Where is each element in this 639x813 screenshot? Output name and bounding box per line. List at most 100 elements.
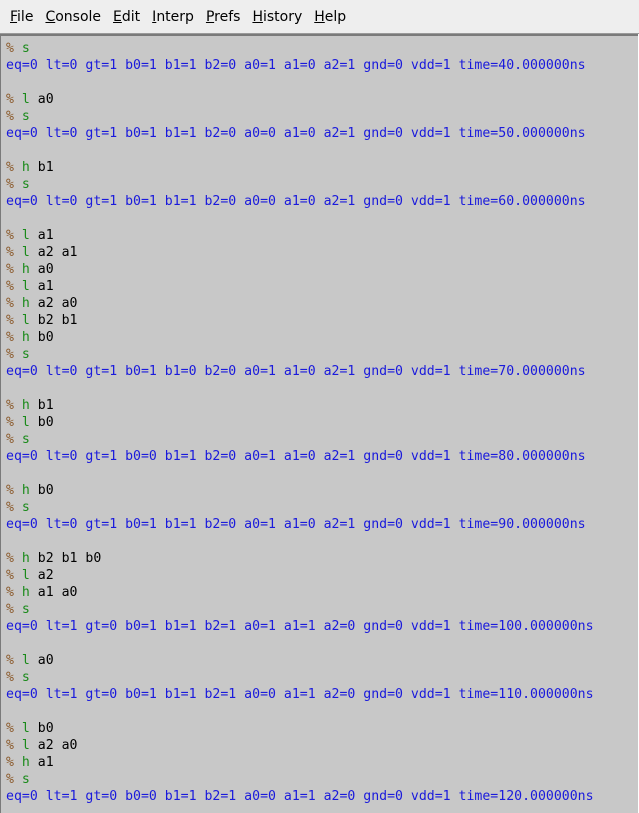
prompt-symbol: % [6,347,14,362]
menu-prefs[interactable]: Prefs [200,0,247,34]
menu-edit-mnemonic: E [113,8,122,25]
console-command-line: % h a1 a0 [6,584,78,601]
console-command-line: % h b0 [6,482,54,499]
menu-console-label: onsole [55,8,102,25]
menu-history-mnemonic: H [252,8,263,25]
prompt-symbol: % [6,755,14,770]
command-args: a1 a0 [29,585,78,600]
menu-history[interactable]: History [246,0,308,34]
command-verb: h [21,160,30,175]
command-verb: h [21,585,30,600]
prompt-symbol: % [6,670,14,685]
menu-edit[interactable]: Edit [107,0,146,34]
console-command-line: % l b2 b1 [6,312,78,329]
command-verb: l [21,738,30,753]
menu-help[interactable]: Help [308,0,352,34]
console-output-line: eq=0 lt=0 gt=1 b0=1 b1=0 b2=0 a0=1 a1=0 … [6,364,586,379]
command-args: b0 [29,483,54,498]
prompt-symbol: % [6,772,14,787]
command-args: a2 a0 [29,738,78,753]
console-command-line: % s [6,108,30,125]
prompt-symbol: % [6,721,14,736]
prompt-symbol: % [6,551,14,566]
console-output-line: eq=0 lt=1 gt=0 b0=1 b1=1 b2=1 a0=0 a1=1 … [6,687,594,702]
command-verb: l [21,653,30,668]
prompt-symbol: % [6,313,14,328]
prompt-symbol: % [6,415,14,430]
prompt-symbol: % [6,160,14,175]
prompt-symbol: % [6,585,14,600]
console-command-line: % s [6,346,30,363]
menu-edit-label: dit [121,8,141,25]
console-output-line: eq=0 lt=0 gt=1 b0=1 b1=1 b2=0 a0=1 a1=0 … [6,58,586,73]
command-args: a0 [29,653,54,668]
command-verb: l [21,721,30,736]
command-verb: s [21,772,30,787]
console-command-line: % s [6,601,30,618]
command-args: b2 b1 b0 [29,551,102,566]
console-command-line: % h a1 [6,754,54,771]
command-verb: l [21,568,30,583]
menu-help-label: elp [324,8,347,25]
command-args: a0 [29,262,54,277]
console-command-line: % s [6,669,30,686]
command-verb: h [21,296,30,311]
command-verb: s [21,602,30,617]
prompt-symbol: % [6,262,14,277]
console-command-line: % s [6,40,30,57]
command-verb: l [21,228,30,243]
menu-prefs-label: refs [214,8,241,25]
prompt-symbol: % [6,398,14,413]
menu-file-label: ile [17,8,34,25]
command-verb: l [21,92,30,107]
command-verb: l [21,313,30,328]
console-command-line: % s [6,499,30,516]
console-command-line: % s [6,431,30,448]
console-output-line: eq=0 lt=0 gt=1 b0=0 b1=1 b2=0 a0=1 a1=0 … [6,449,586,464]
menubar: File Console Edit Interp Prefs History H… [0,0,639,34]
console-command-line: % l a2 a0 [6,737,78,754]
console-command-line: % l a2 a1 [6,244,78,261]
command-args: b0 [29,721,54,736]
command-args: b1 [29,160,54,175]
console-command-line: % l b0 [6,414,54,431]
console-output-line: eq=0 lt=1 gt=0 b0=1 b1=1 b2=1 a0=1 a1=1 … [6,619,594,634]
prompt-symbol: % [6,228,14,243]
irsim-console-window: File Console Edit Interp Prefs History H… [0,0,639,813]
command-verb: s [21,432,30,447]
menu-interp[interactable]: Interp [146,0,200,34]
prompt-symbol: % [6,602,14,617]
prompt-symbol: % [6,177,14,192]
console-command-line: % h b1 [6,159,54,176]
menu-console[interactable]: Console [39,0,107,34]
prompt-symbol: % [6,330,14,345]
command-args: a2 [29,568,54,583]
menu-console-mnemonic: C [45,8,56,25]
command-verb: s [21,177,30,192]
command-verb: h [21,262,30,277]
console-command-line: % s [6,176,30,193]
menu-file[interactable]: File [4,0,39,34]
command-verb: h [21,330,30,345]
command-verb: s [21,347,30,362]
console-text-area[interactable]: % s eq=0 lt=0 gt=1 b0=1 b1=1 b2=0 a0=1 a1… [0,34,638,813]
console-command-line: % h a0 [6,261,54,278]
command-args: a2 a0 [29,296,78,311]
prompt-symbol: % [6,92,14,107]
